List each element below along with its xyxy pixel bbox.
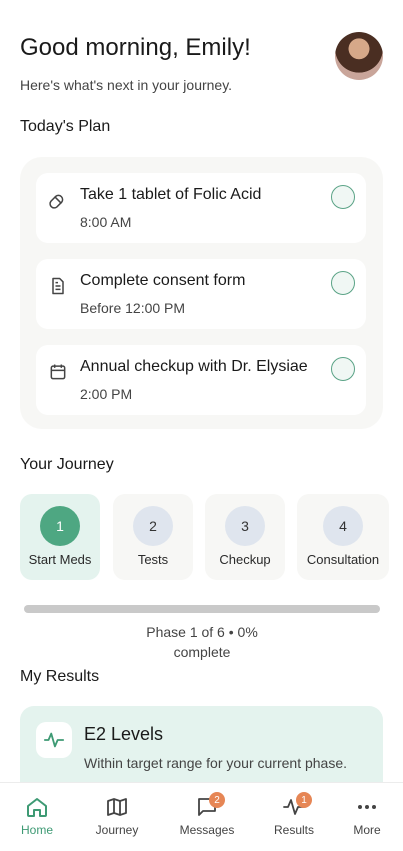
- avatar[interactable]: [335, 32, 383, 80]
- journey-progress-text: Phase 1 of 6 • 0% complete: [24, 622, 380, 662]
- progress-phase: Phase 1 of 6 • 0%: [146, 624, 258, 640]
- subtitle: Here's what's next in your journey.: [20, 77, 233, 93]
- pill-icon: [49, 194, 64, 209]
- nav-label: Messages: [179, 823, 235, 837]
- task-time: 2:00 PM: [80, 386, 133, 402]
- task-item[interactable]: Take 1 tablet of Folic Acid 8:00 AM: [36, 173, 366, 243]
- bottom-nav: Home Journey 2 Messages 1 Results More: [0, 782, 403, 851]
- nav-item-messages[interactable]: 2 Messages: [167, 783, 247, 851]
- your-journey-title: Your Journey: [20, 456, 114, 473]
- nav-label: More: [353, 823, 381, 837]
- home-icon: [27, 798, 47, 817]
- task-item[interactable]: Annual checkup with Dr. Elysiae 2:00 PM: [36, 345, 366, 415]
- nav-label: Journey: [95, 823, 139, 837]
- task-time: Before 12:00 PM: [80, 300, 186, 316]
- activity-icon: [36, 722, 72, 758]
- nav-item-results[interactable]: 1 Results: [254, 783, 334, 851]
- todays-plan-title: Today's Plan: [20, 118, 111, 135]
- journey-step[interactable]: 1 Start Meds: [20, 494, 100, 580]
- step-number: 3: [225, 506, 265, 546]
- journey-step[interactable]: 4 Consultation: [297, 494, 389, 580]
- more-icon: [358, 805, 376, 809]
- step-number: 2: [133, 506, 173, 546]
- nav-item-more[interactable]: More: [327, 783, 403, 851]
- step-label: Start Meds: [28, 552, 92, 567]
- task-item[interactable]: Complete consent form Before 12:00 PM: [36, 259, 366, 329]
- messages-badge: 2: [209, 792, 225, 808]
- task-checkbox[interactable]: [331, 271, 355, 295]
- task-title: Take 1 tablet of Folic Acid: [80, 186, 262, 203]
- nav-item-journey[interactable]: Journey: [77, 783, 157, 851]
- results-badge: 1: [296, 792, 312, 808]
- document-icon: [52, 277, 64, 295]
- step-label: Checkup: [219, 552, 271, 567]
- journey-steps: 1 Start Meds 2 Tests 3 Checkup 4 Consult…: [20, 494, 403, 580]
- nav-label: Home: [20, 823, 53, 837]
- task-time: 8:00 AM: [80, 214, 132, 230]
- map-icon: [107, 798, 127, 816]
- task-checkbox[interactable]: [331, 357, 355, 381]
- step-number: 4: [323, 506, 363, 546]
- calendar-icon: [50, 364, 66, 380]
- greeting: Good morning, Emily!: [20, 34, 251, 61]
- step-label: Consultation: [306, 552, 380, 567]
- task-checkbox[interactable]: [331, 185, 355, 209]
- step-label: Tests: [137, 552, 169, 567]
- todays-plan-card: Take 1 tablet of Folic Acid 8:00 AM Comp…: [20, 157, 383, 429]
- task-title: Annual checkup with Dr. Elysiae: [80, 358, 308, 375]
- journey-step[interactable]: 3 Checkup: [205, 494, 285, 580]
- header: Good morning, Emily! Here's what's next …: [20, 32, 383, 93]
- result-title: E2 Levels: [84, 724, 164, 744]
- result-description: Within target range for your current pha…: [84, 755, 348, 771]
- progress-complete: complete: [173, 644, 231, 660]
- journey-step[interactable]: 2 Tests: [113, 494, 193, 580]
- journey-progress-bar: [24, 605, 380, 613]
- step-number: 1: [40, 506, 80, 546]
- nav-label: Results: [273, 823, 314, 837]
- task-title: Complete consent form: [80, 272, 246, 289]
- nav-item-home[interactable]: Home: [0, 783, 77, 851]
- my-results-title: My Results: [20, 668, 100, 685]
